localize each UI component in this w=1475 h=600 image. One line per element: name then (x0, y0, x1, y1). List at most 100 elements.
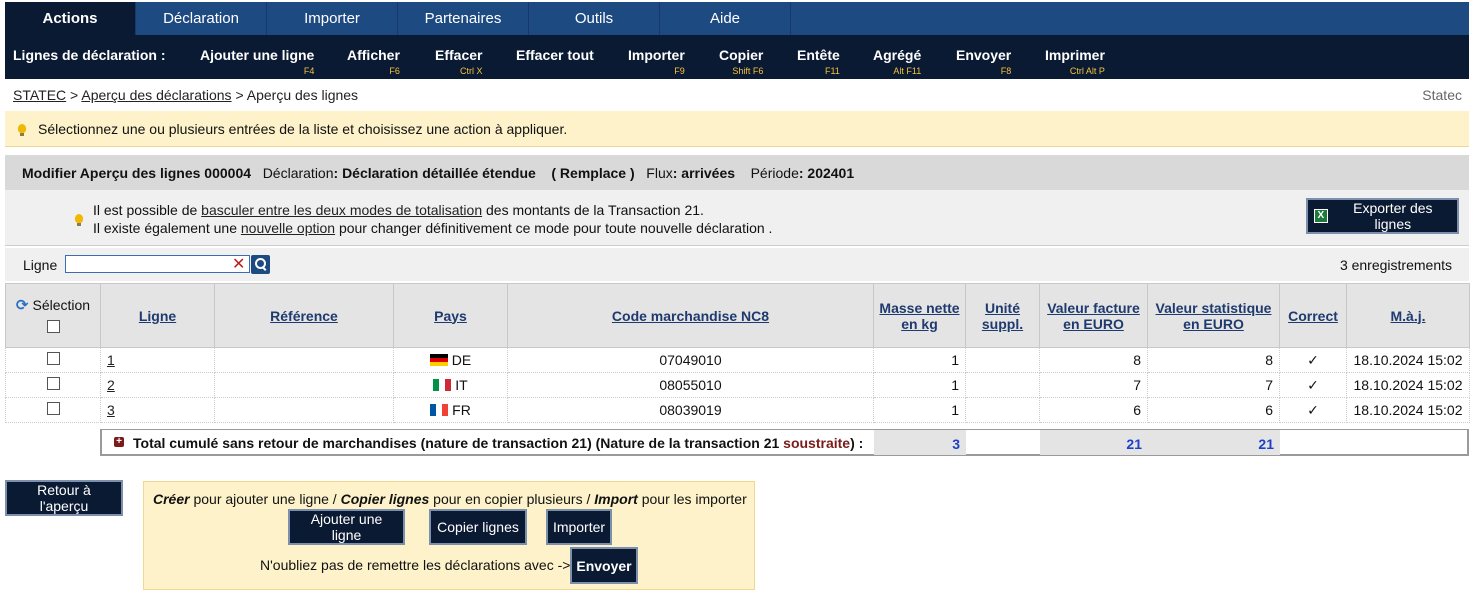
sort-correct-link[interactable]: Correct (1288, 308, 1338, 324)
breadcrumb-statec[interactable]: STATEC (13, 87, 66, 103)
note-text: des montants de la Transaction 21. (482, 202, 704, 218)
toggle-totalization-link[interactable]: basculer entre les deux modes de totalis… (201, 202, 482, 218)
sort-stat-link[interactable]: Valeur statistique en EURO (1156, 300, 1272, 332)
expand-icon[interactable]: + (114, 437, 124, 447)
row-checkbox[interactable] (46, 402, 60, 415)
total-label-text: Total cumulé sans retour de marchandises… (133, 435, 784, 451)
col-masse[interactable]: Masse nette en kg (873, 283, 966, 348)
unite-cell (965, 372, 1040, 398)
help-copy: Copier lignes (340, 491, 430, 507)
export-lines-button[interactable]: X Exporter des lignes (1306, 198, 1459, 234)
send-button[interactable]: Envoyer (570, 547, 638, 584)
back-to-overview-button[interactable]: Retour à l'aperçu (5, 480, 123, 516)
stat-cell: 7 (1147, 372, 1280, 398)
action-show[interactable]: Afficher F6 (347, 47, 400, 76)
total-label-highlight: soustraite (783, 435, 851, 451)
help-text-part: pour les importer (637, 491, 747, 507)
col-reference[interactable]: Référence (214, 283, 394, 348)
tab-outils[interactable]: Outils (529, 2, 660, 35)
tab-declaration[interactable]: Déclaration (136, 2, 267, 35)
tab-importer[interactable]: Importer (267, 2, 398, 35)
col-valeur-facture[interactable]: Valeur facture en EURO (1039, 283, 1148, 348)
line-link[interactable]: 1 (107, 352, 115, 368)
import-button[interactable]: Importer (546, 509, 612, 545)
col-pays[interactable]: Pays (393, 283, 508, 348)
line-link[interactable]: 2 (107, 377, 115, 393)
sort-pays-link[interactable]: Pays (434, 308, 467, 324)
site-label: Statec (1422, 87, 1462, 103)
table-row[interactable]: 3 FR 08039019 1 6 6 ✓ 18.10.2024 15:02 (5, 397, 1470, 423)
sort-code-link[interactable]: Code marchandise NC8 (612, 308, 769, 324)
lines-table: ⟳ Sélection Ligne Référence Pays Code mar… (5, 283, 1470, 423)
shortcut-hint: Alt F11 (893, 66, 922, 76)
shortcut-hint: F8 (1000, 66, 1012, 76)
action-aggregate[interactable]: Agrégé Alt F11 (873, 47, 922, 76)
sort-unite-link[interactable]: Unité suppl. (982, 300, 1023, 332)
copy-lines-button[interactable]: Copier lignes (429, 509, 527, 545)
col-correct[interactable]: Correct (1279, 283, 1347, 348)
row-checkbox[interactable] (46, 352, 60, 365)
table-row[interactable]: 1 DE 07049010 1 8 8 ✓ 18.10.2024 15:02 (5, 347, 1470, 373)
action-delete-all[interactable]: Effacer tout (516, 47, 594, 63)
col-unite[interactable]: Unité suppl. (965, 283, 1040, 348)
pays-cell: IT (393, 372, 508, 398)
country-code: IT (455, 377, 468, 393)
row-checkbox[interactable] (46, 377, 60, 390)
tab-aide[interactable]: Aide (660, 2, 791, 35)
action-delete[interactable]: Effacer Ctrl X (435, 47, 482, 76)
main-tabs: Actions Déclaration Importer Partenaires… (5, 2, 1469, 35)
unite-cell (965, 347, 1040, 373)
tab-actions[interactable]: Actions (5, 2, 136, 35)
sort-ligne-link[interactable]: Ligne (139, 308, 176, 324)
col-code[interactable]: Code marchandise NC8 (507, 283, 874, 348)
action-bar-title: Lignes de déclaration : (13, 47, 166, 63)
breadcrumb: STATEC > Aperçu des déclarations > Aperç… (13, 87, 358, 103)
action-send[interactable]: Envoyer F8 (956, 47, 1012, 76)
col-ligne[interactable]: Ligne (100, 283, 215, 348)
action-label: Agrégé (873, 47, 922, 63)
note-text: Il est possible de (93, 202, 202, 218)
new-option-link[interactable]: nouvelle option (241, 220, 335, 236)
table-row[interactable]: 2 IT 08055010 1 7 7 ✓ 18.10.2024 15:02 (5, 372, 1470, 398)
refresh-icon[interactable]: ⟳ (16, 297, 29, 314)
line-filter-input[interactable] (65, 255, 250, 273)
col-valeur-stat[interactable]: Valeur statistique en EURO (1147, 283, 1280, 348)
clear-icon[interactable]: ✕ (232, 254, 245, 274)
table-header-row: ⟳ Sélection Ligne Référence Pays Code mar… (5, 283, 1470, 348)
action-label: Entête (797, 47, 840, 63)
code-cell: 07049010 (507, 347, 874, 373)
sort-facture-link[interactable]: Valeur facture en EURO (1047, 300, 1140, 332)
maj-cell: 18.10.2024 15:02 (1346, 372, 1470, 398)
shortcut-hint: Shift F6 (732, 66, 764, 76)
stat-cell: 6 (1147, 397, 1280, 423)
search-icon[interactable] (251, 255, 270, 274)
breadcrumb-separator: > (235, 87, 244, 103)
checkmark-icon: ✓ (1279, 397, 1347, 423)
sort-maj-link[interactable]: M.à.j. (1390, 308, 1425, 324)
breadcrumb-separator: > (70, 87, 79, 103)
action-import[interactable]: Importer F9 (628, 47, 685, 76)
action-copy[interactable]: Copier Shift F6 (719, 47, 763, 76)
add-line-button[interactable]: Ajouter une ligne (288, 509, 405, 545)
col-maj[interactable]: M.à.j. (1346, 283, 1470, 348)
sort-masse-link[interactable]: Masse nette en kg (879, 300, 959, 332)
tab-partenaires[interactable]: Partenaires (398, 2, 529, 35)
sort-reference-link[interactable]: Référence (270, 308, 338, 324)
flux-label: Flux (646, 165, 673, 181)
action-print[interactable]: Imprimer Ctrl Alt P (1045, 47, 1105, 76)
note-text: pour changer définitivement ce mode pour… (335, 220, 773, 236)
ligne-cell: 2 (100, 372, 215, 398)
row-select-cell (5, 397, 101, 423)
select-all-checkbox[interactable] (46, 319, 60, 333)
total-row: + Total cumulé sans retour de marchandis… (100, 429, 1469, 456)
action-label: Envoyer (956, 47, 1012, 63)
line-link[interactable]: 3 (107, 402, 115, 418)
action-label: Imprimer (1045, 47, 1105, 63)
breadcrumb-declarations[interactable]: Aperçu des déclarations (81, 87, 231, 103)
panel-note: Il est possible de basculer entre les de… (5, 190, 1469, 246)
action-add-line[interactable]: Ajouter une ligne F4 (200, 47, 314, 76)
action-header[interactable]: Entête F11 (797, 47, 840, 76)
code-cell: 08039019 (507, 397, 874, 423)
reminder-text: N'oubliez pas de remettre les déclaratio… (260, 557, 571, 573)
export-label: Exporter des lignes (1353, 200, 1433, 232)
